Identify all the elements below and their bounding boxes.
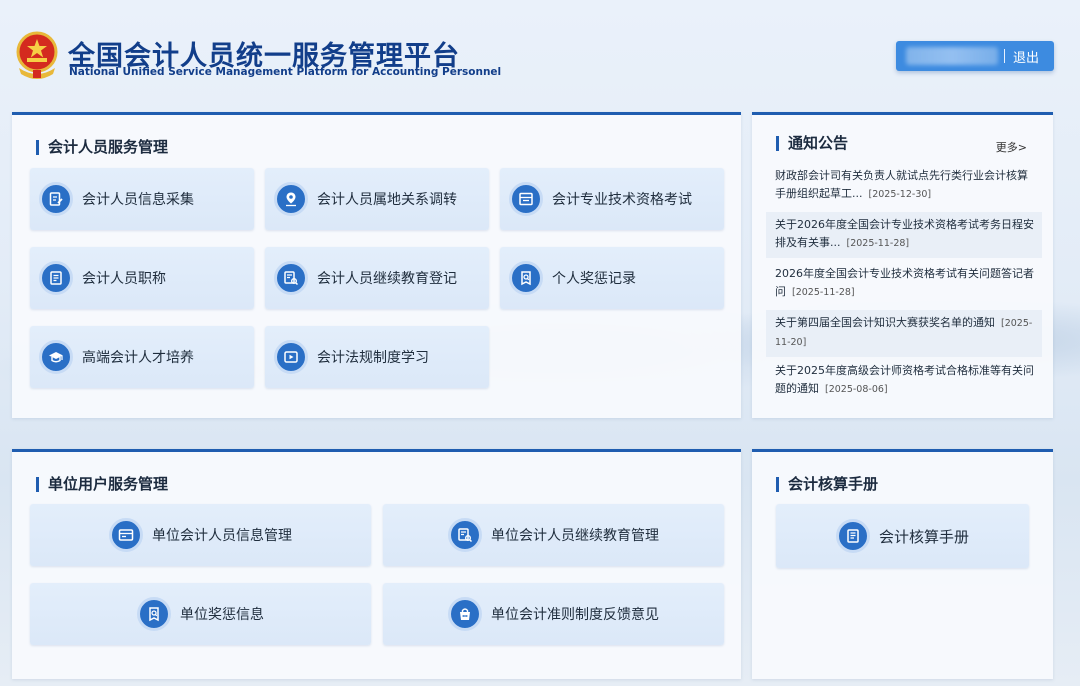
notice-item[interactable]: 财政部会计司有关负责人就试点先行类行业会计核算手册组织起草工... [2025-1… [766, 163, 1042, 209]
notice-item[interactable]: 关于2025年度高级会计师资格考试合格标准等有关问题的通知 [2025-08-06… [766, 358, 1042, 404]
notice-item[interactable]: 关于2026年度全国会计专业技术资格考试考务日程安排及有关事... [2025-1… [766, 212, 1042, 258]
notice-item[interactable]: 关于第四届全国会计知识大赛获奖名单的通知 [2025-11-20] [766, 310, 1042, 357]
unit-card-reward-punishment[interactable]: 单位奖惩信息 [30, 583, 371, 645]
card-label: 单位会计准则制度反馈意见 [491, 607, 659, 623]
service-card-reward-punishment[interactable]: 个人奖惩记录 [500, 247, 724, 309]
accounting-manual-panel: 会计核算手册 会计核算手册 [752, 449, 1053, 679]
service-card-professional-title[interactable]: 会计人员职称 [30, 247, 254, 309]
card-label: 个人奖惩记录 [552, 271, 636, 287]
logout-button[interactable]: 退出 [1013, 47, 1039, 66]
username-blurred[interactable] [906, 47, 998, 65]
unit-card-staff-info[interactable]: 单位会计人员信息管理 [30, 504, 371, 566]
notices-panel: 通知公告 更多> 财政部会计司有关负责人就试点先行类行业会计核算手册组织起草工.… [752, 112, 1053, 418]
document-search-icon [448, 518, 482, 552]
service-card-continuing-education[interactable]: 会计人员继续教育登记 [265, 247, 489, 309]
site-header: 全国会计人员统一服务管理平台 National Unified Service … [0, 0, 1080, 110]
notice-item[interactable]: 2026年度全国会计专业技术资格考试有关问题答记者问 [2025-11-28] [766, 261, 1042, 307]
card-label: 高端会计人才培养 [82, 350, 194, 366]
more-notices-link[interactable]: 更多> [996, 139, 1027, 155]
notice-date: [2025-11-28] [792, 287, 855, 298]
card-label: 会计人员职称 [82, 271, 166, 287]
personal-services-panel: 会计人员服务管理 会计人员信息采集 会计人员属地关系调转 会计专业技术资格考试 … [12, 112, 741, 418]
service-card-qualification-exam[interactable]: 会计专业技术资格考试 [500, 168, 724, 230]
exam-icon [509, 182, 543, 216]
panel-title-notices: 通知公告 [776, 136, 848, 151]
panel-title-personal-services: 会计人员服务管理 [36, 140, 168, 155]
card-label: 会计专业技术资格考试 [552, 192, 692, 208]
site-subtitle-en: National Unified Service Management Plat… [69, 66, 502, 78]
service-card-regulation-study[interactable]: 会计法规制度学习 [265, 326, 489, 388]
user-menu: 退出 [896, 41, 1054, 71]
card-label: 会计人员属地关系调转 [317, 192, 457, 208]
accounting-manual-button[interactable]: 会计核算手册 [776, 504, 1029, 568]
notice-date: [2025-11-28] [846, 238, 910, 249]
unit-card-standards-feedback[interactable]: 单位会计准则制度反馈意见 [383, 583, 724, 645]
graduation-cap-icon [39, 340, 73, 374]
manual-book-icon [835, 519, 870, 553]
card-label: 会计法规制度学习 [317, 350, 429, 366]
certificate-icon [39, 261, 73, 295]
badge-search-icon [137, 597, 171, 631]
card-label: 会计核算手册 [878, 527, 969, 546]
unit-card-continuing-education[interactable]: 单位会计人员继续教育管理 [383, 504, 724, 566]
notice-date: [2025-12-30] [868, 189, 932, 200]
feedback-bag-icon [448, 597, 482, 631]
id-card-icon [109, 518, 143, 552]
badge-search-icon [509, 261, 543, 295]
location-pin-icon [274, 182, 308, 216]
national-emblem-icon [16, 31, 58, 79]
service-card-info-collection[interactable]: 会计人员信息采集 [30, 168, 254, 230]
card-label: 会计人员继续教育登记 [317, 271, 457, 287]
document-search-icon [274, 261, 308, 295]
card-label: 单位会计人员继续教育管理 [491, 528, 659, 544]
notice-date: [2025-08-06] [825, 384, 888, 395]
notice-text: 关于2025年度高级会计师资格考试合格标准等有关问题的通知 [775, 364, 1034, 395]
play-video-icon [274, 340, 308, 374]
card-label: 单位奖惩信息 [180, 607, 264, 623]
card-label: 会计人员信息采集 [82, 192, 194, 208]
service-card-relocation[interactable]: 会计人员属地关系调转 [265, 168, 489, 230]
panel-title-unit-services: 单位用户服务管理 [36, 477, 168, 492]
unit-services-panel: 单位用户服务管理 单位会计人员信息管理 单位会计人员继续教育管理 单位奖惩信息 … [12, 449, 741, 679]
panel-title-manual: 会计核算手册 [776, 477, 878, 492]
service-card-talent-cultivation[interactable]: 高端会计人才培养 [30, 326, 254, 388]
edit-document-icon [39, 182, 73, 216]
card-label: 单位会计人员信息管理 [152, 528, 292, 544]
notice-text: 关于第四届全国会计知识大赛获奖名单的通知 [775, 316, 995, 329]
user-separator [1004, 49, 1005, 63]
